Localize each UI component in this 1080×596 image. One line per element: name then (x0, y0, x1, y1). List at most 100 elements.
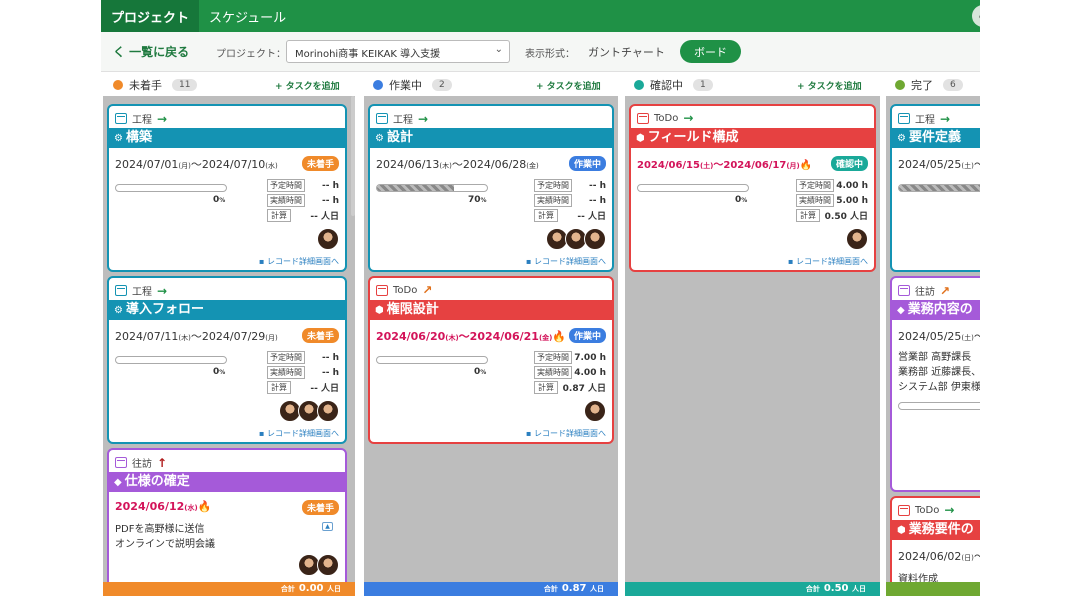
calendar-icon (115, 457, 127, 468)
column-total: 合計 0.00 人日 (103, 582, 355, 596)
gear-icon: ⚙ (375, 133, 384, 144)
project-select[interactable]: Morinohi商事 KEIKAK 導入支援 ⌄ (286, 40, 510, 63)
calendar-icon (637, 112, 649, 124)
progress-percent: 70% (468, 195, 487, 205)
status-badge: 未着手 (301, 328, 339, 343)
avatar[interactable] (317, 554, 339, 576)
card-header: 工程 → (376, 111, 428, 126)
card-stats: 予定時間 -- h 実績時間 -- h 計算 -- 人日 (267, 178, 339, 223)
cube-icon: ⬢ (375, 305, 384, 316)
column-total: 合計 0.87 人日 (364, 582, 618, 596)
status-dot-icon (373, 80, 383, 90)
assignee-avatars (846, 228, 868, 250)
task-card[interactable]: 往訪 ↑ ◆ 仕様の確定 2024/06/12(水)🔥 未着手 PDFを高野様に送信… (107, 448, 347, 588)
fire-icon: 🔥 (799, 160, 813, 171)
priority-arrow-icon: → (157, 111, 168, 126)
record-detail-link[interactable]: ▪ レコード詳細画面へ (526, 256, 606, 267)
assignee-avatars (584, 400, 606, 422)
progress-bar (898, 184, 980, 192)
image-icon[interactable]: ▲ (322, 522, 333, 531)
card-dates: 2024/07/01(月)～2024/07/10(水) (115, 158, 278, 171)
assignee-avatars (279, 400, 339, 422)
record-detail-link[interactable]: ▪ レコード詳細画面へ (259, 428, 339, 439)
column-scrollbar[interactable] (351, 96, 355, 216)
fire-icon: 🔥 (197, 500, 212, 513)
calendar-icon (898, 504, 910, 516)
task-card[interactable]: 工程→ ⚙要件定義 2024/05/25(土)～ (890, 104, 980, 272)
toolbar: く 一覧に戻る プロジェクト： Morinohi商事 KEIKAK 導入支援 ⌄ … (101, 32, 980, 72)
record-detail-link[interactable]: ▪ レコード詳細画面へ (259, 256, 339, 267)
card-stats: 予定時間 7.00 h 実績時間 4.00 h 計算 0.87 人日 (534, 350, 606, 395)
avatar[interactable] (584, 400, 606, 422)
card-header: 工程 → (898, 111, 950, 126)
progress-fill (899, 185, 980, 191)
card-header: ToDo ↗ (376, 283, 432, 297)
progress-bar (376, 184, 488, 192)
record-detail-link[interactable]: ▪ レコード詳細画面へ (526, 428, 606, 439)
task-card[interactable]: 往訪↗ ◆業務内容の 2024/05/25(土)～ 営業部 高野課長業務部 近藤… (890, 276, 980, 492)
task-card[interactable]: 工程 → ⚙ 導入フォロー 2024/07/11(木)～2024/07/29(月) … (107, 276, 347, 444)
card-dates: 2024/05/25(土)～ (898, 330, 980, 343)
card-title: ⬢ 業務要件の (892, 520, 980, 540)
priority-arrow-icon: → (418, 111, 429, 126)
progress-percent: 0% (474, 367, 487, 377)
card-title: ⚙ 設計 (370, 128, 612, 148)
priority-arrow-icon: → (157, 283, 168, 298)
column-count: 1 (693, 79, 713, 91)
add-task-button[interactable]: + タスクを追加 (797, 79, 862, 92)
record-detail-link[interactable]: ▪ レコード詳細画面へ (788, 256, 868, 267)
avatar[interactable] (317, 400, 339, 422)
status-badge: 未着手 (301, 156, 339, 171)
app: プロジェクト スケジュール ∞ く 一覧に戻る プロジェクト： Morinohi… (101, 0, 980, 596)
assignee-avatars (298, 554, 339, 576)
card-dates: 2024/06/02(日)～ (898, 550, 980, 563)
card-dates: 2024/06/13(木)～2024/06/28(金) (376, 158, 539, 171)
add-task-button[interactable]: + タスクを追加 (275, 79, 340, 92)
chevron-down-icon: ⌄ (494, 44, 503, 55)
card-memo: 営業部 高野課長 業務部 近藤課長、 システム部 伊東様 (898, 352, 980, 393)
task-card[interactable]: 工程 → ⚙ 構築 2024/07/01(月)～2024/07/10(水) 未着手 … (107, 104, 347, 272)
card-header: ToDo → (898, 503, 954, 517)
link-icon[interactable]: ∞ (972, 5, 980, 27)
card-dates: 2024/05/25(土)～ (898, 158, 980, 171)
fire-icon: 🔥 (552, 330, 567, 343)
task-card[interactable]: ToDo ↗ ⬢ 権限設計 2024/06/20(木)～2024/06/21(金)🔥… (368, 276, 614, 444)
column-header-in-progress: 作業中 2 (373, 74, 452, 96)
view-gantt-button[interactable]: ガントチャート (588, 44, 665, 60)
card-title-text: 構築 (125, 130, 152, 145)
diamond-icon: ◆ (114, 477, 122, 488)
task-card[interactable]: ToDo→ ⬢業務要件の 2024/06/02(日)～ 資料作成 (890, 496, 980, 596)
avatar[interactable] (317, 228, 339, 250)
gear-icon: ⚙ (114, 305, 123, 316)
card-title: ⬢ 権限設計 (370, 300, 612, 320)
add-task-button[interactable]: + タスクを追加 (536, 79, 601, 92)
avatar[interactable] (846, 228, 868, 250)
card-title: ⚙ 導入フォロー (109, 300, 345, 320)
back-to-list-button[interactable]: く 一覧に戻る (113, 43, 189, 60)
progress-bar (115, 184, 227, 192)
card-dates: 2024/07/11(木)～2024/07/29(月) (115, 330, 278, 343)
status-badge: 作業中 (568, 156, 606, 171)
card-title: ⚙ 構築 (109, 128, 345, 148)
progress-fill (377, 185, 454, 191)
cube-icon: ⬢ (897, 525, 906, 536)
status-dot-icon (634, 80, 644, 90)
card-stats: 予定時間 -- h 実績時間 -- h 計算 -- 人日 (534, 178, 606, 223)
calendar-icon (376, 284, 388, 296)
task-card[interactable]: 工程 → ⚙ 設計 2024/06/13(木)～2024/06/28(金) 作業中 … (368, 104, 614, 272)
status-badge: 作業中 (568, 328, 606, 343)
status-dot-icon (895, 80, 905, 90)
avatar[interactable] (584, 228, 606, 250)
task-card[interactable]: ToDo → ⬢ フィールド構成 2024/06/15(土)～2024/06/17(… (629, 104, 876, 272)
calendar-icon (115, 285, 127, 296)
tab-schedule[interactable]: スケジュール (199, 0, 296, 32)
tab-project[interactable]: プロジェクト (101, 0, 200, 32)
card-title: ◆ 業務内容の (892, 300, 980, 320)
card-stats: 予定時間 4.00 h 実績時間 5.00 h 計算 0.50 人日 (796, 178, 868, 223)
progress-percent: 0% (735, 195, 748, 205)
card-title: ◆ 仕様の確定 (109, 472, 345, 492)
card-stats: 予定時間 -- h 実績時間 -- h 計算 -- 人日 (267, 350, 339, 395)
card-title: ⚙ 要件定義 (892, 128, 980, 148)
gear-icon: ⚙ (897, 133, 906, 144)
view-board-button[interactable]: ボード (680, 40, 741, 63)
